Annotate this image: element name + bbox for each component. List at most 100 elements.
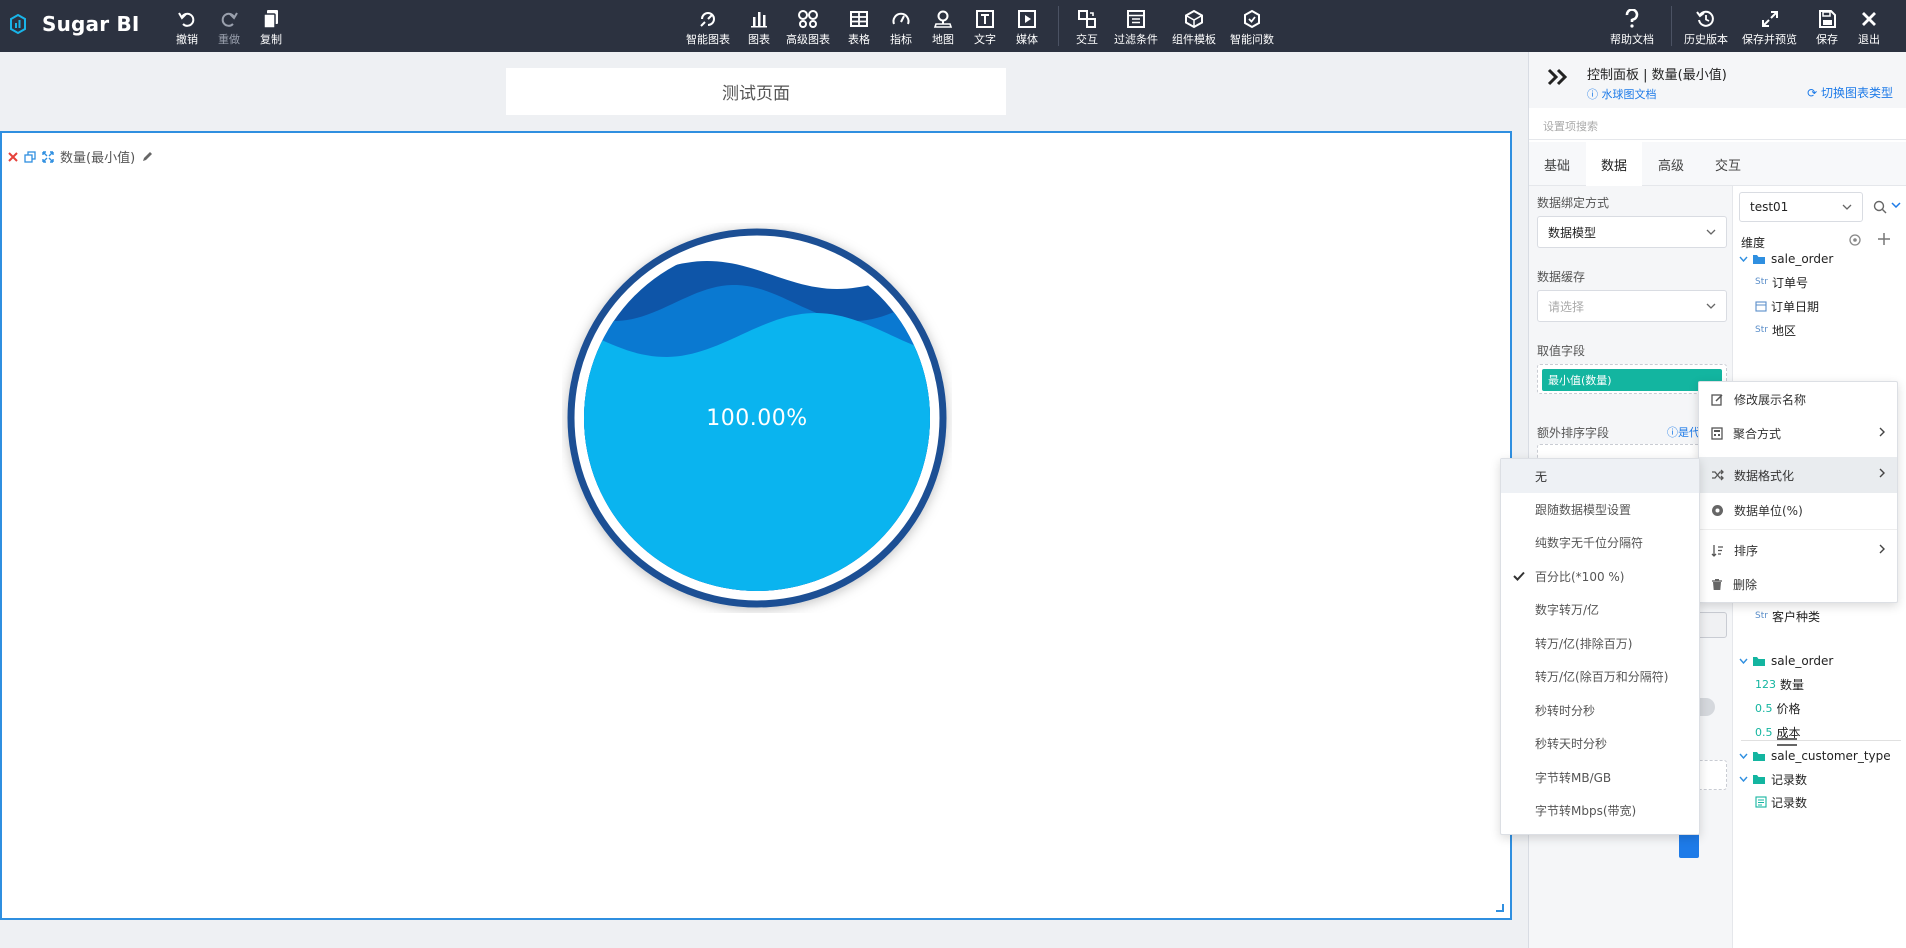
format-option-no-separator[interactable]: 纯数字无千位分隔符 xyxy=(1501,526,1699,559)
binding-mode-value: 数据模型 xyxy=(1548,225,1597,240)
history-button[interactable]: 历史版本 xyxy=(1684,8,1728,47)
filter-button[interactable]: 过滤条件 xyxy=(1114,8,1158,47)
format-option-sec-to-hms[interactable]: 秒转时分秒 xyxy=(1501,694,1699,727)
tree-field[interactable]: Str 订单号 xyxy=(1755,270,1808,294)
fullscreen-chart-button[interactable] xyxy=(42,150,54,163)
format-option-wan-yi[interactable]: 数字转万/亿 xyxy=(1501,593,1699,626)
binding-mode-select[interactable]: 数据模型 xyxy=(1537,216,1727,248)
tab-data[interactable]: 数据 xyxy=(1586,142,1642,186)
chevron-down-icon xyxy=(1739,256,1748,262)
tree-item-label: 客户种类 xyxy=(1771,609,1820,624)
data-format-submenu: 无 跟随数据模型设置 纯数字无千位分隔符 百分比(*100 %) 数字转万/亿 … xyxy=(1500,458,1700,835)
app-name: Sugar BI xyxy=(42,12,140,36)
edit-chart-name-button[interactable] xyxy=(141,150,154,163)
tab-basic[interactable]: 基础 xyxy=(1529,142,1585,186)
menu-item-aggregation[interactable]: 聚合方式 xyxy=(1699,416,1897,450)
help-doc-button[interactable]: 帮助文档 xyxy=(1610,8,1654,47)
format-option-percent-label: 百分比(*100 %) xyxy=(1535,570,1625,584)
field-type-tag: 0.5 xyxy=(1755,725,1773,739)
exit-button[interactable]: 退出 xyxy=(1858,8,1880,47)
indicator-button[interactable]: 指标 xyxy=(890,8,912,47)
tree-field[interactable]: 0.5 价格 xyxy=(1755,696,1801,720)
model-select[interactable]: test01 xyxy=(1739,192,1863,222)
smart-query-button[interactable]: 智能问数 xyxy=(1230,8,1274,47)
menu-item-data-format[interactable]: 数据格式化 xyxy=(1699,457,1897,493)
tree-field[interactable]: Str 地区 xyxy=(1755,318,1796,342)
format-option-follow-model[interactable]: 跟随数据模型设置 xyxy=(1501,493,1699,526)
chevron-right-icon xyxy=(1879,544,1885,554)
search-icon[interactable] xyxy=(1873,200,1887,214)
save-preview-button[interactable]: 保存并预览 xyxy=(1742,8,1797,47)
panel-title: 控制面板 | 数量(最小值) xyxy=(1587,68,1727,83)
advanced-chart-button[interactable]: 高级图表 xyxy=(786,8,830,47)
format-option-bytes-mb-gb[interactable]: 字节转MB/GB xyxy=(1501,761,1699,794)
format-option-wan-yi-no-million[interactable]: 转万/亿(排除百万) xyxy=(1501,627,1699,660)
tree-folder[interactable]: 记录数 xyxy=(1739,767,1807,791)
dimension-settings-icon[interactable] xyxy=(1849,234,1861,246)
tree-field[interactable]: 订单日期 xyxy=(1755,294,1819,318)
settings-search-input[interactable]: 设置项搜索 xyxy=(1529,108,1906,140)
save-button[interactable]: 保存 xyxy=(1816,8,1838,47)
collapse-panel-button[interactable] xyxy=(1547,68,1569,86)
component-template-button[interactable]: 组件模板 xyxy=(1172,8,1216,47)
tree-folder[interactable]: sale_order xyxy=(1739,247,1833,271)
interaction-button[interactable]: 交互 xyxy=(1076,8,1098,47)
redo-button[interactable]: 重做 xyxy=(218,8,240,47)
format-option-wan-yi-no-million-separator[interactable]: 转万/亿(除百万和分隔符) xyxy=(1501,660,1699,693)
page-title[interactable]: 测试页面 xyxy=(506,68,1006,115)
extra-sort-hint[interactable]: ⓘ是代 xyxy=(1667,424,1700,440)
value-field-pill-text: 最小值(数量) xyxy=(1548,374,1612,387)
panel-header: 控制面板 | 数量(最小值) ⓘ 水球图文档 ⟳ 切换图表类型 xyxy=(1529,52,1906,108)
tree-folder[interactable]: sale_customer_type xyxy=(1739,744,1891,768)
map-button[interactable]: 地图 xyxy=(932,8,954,47)
check-icon xyxy=(1513,571,1525,581)
fullscreen-icon xyxy=(42,150,54,163)
value-field-pill[interactable]: 最小值(数量) xyxy=(1542,369,1722,391)
text-button[interactable]: 文字 xyxy=(974,8,996,47)
copy-button[interactable]: 复制 xyxy=(260,8,282,47)
undo-button[interactable]: 撤销 xyxy=(176,8,198,47)
tree-field[interactable]: 123 数量 xyxy=(1755,672,1804,696)
liquid-fill-chart[interactable]: 100.00% xyxy=(562,223,952,613)
menu-item-sort-label: 排序 xyxy=(1734,543,1759,558)
liquid-doc-link[interactable]: ⓘ 水球图文档 xyxy=(1587,86,1657,102)
data-cache-select[interactable]: 请选择 xyxy=(1537,290,1727,322)
format-option-none[interactable]: 无 xyxy=(1501,459,1699,493)
media-button[interactable]: 媒体 xyxy=(1016,8,1038,47)
smart-chart-button[interactable]: 智能图表 xyxy=(686,8,730,47)
tree-item-label: 价格 xyxy=(1776,701,1801,716)
duplicate-chart-button[interactable] xyxy=(24,150,36,163)
tree-field[interactable]: Str 客户种类 xyxy=(1755,604,1820,628)
delete-chart-button[interactable] xyxy=(8,151,18,162)
field-type-tag: 0.5 xyxy=(1755,701,1773,715)
tab-advanced[interactable]: 高级 xyxy=(1643,142,1699,186)
data-cache-label: 数据缓存 xyxy=(1537,270,1586,284)
switch-chart-type-button[interactable]: ⟳ 切换图表类型 xyxy=(1807,84,1893,101)
app-logo[interactable]: Sugar BI xyxy=(8,12,140,36)
toolbar-divider xyxy=(1671,6,1672,46)
tree-folder[interactable]: sale_order xyxy=(1739,649,1833,673)
resize-handle[interactable] xyxy=(1496,904,1504,912)
component-template-label: 组件模板 xyxy=(1172,33,1216,46)
chart-button[interactable]: 图表 xyxy=(748,8,770,47)
value-field-label: 取值字段 xyxy=(1537,344,1586,358)
format-option-percent[interactable]: 百分比(*100 %) xyxy=(1501,560,1699,593)
menu-item-data-unit[interactable]: 数据单位(%) xyxy=(1699,493,1897,527)
format-option-bytes-mbps[interactable]: 字节转Mbps(带宽) xyxy=(1501,794,1699,827)
tree-item-label: sale_order xyxy=(1771,654,1834,668)
menu-item-delete[interactable]: 删除 xyxy=(1699,567,1897,601)
add-dimension-icon[interactable] xyxy=(1877,232,1891,246)
redo-icon xyxy=(221,12,238,27)
tree-field[interactable]: 记录数 xyxy=(1755,790,1807,814)
menu-item-rename[interactable]: 修改展示名称 xyxy=(1699,382,1897,416)
chevron-down-icon[interactable] xyxy=(1891,202,1901,208)
table-button[interactable]: 表格 xyxy=(848,8,870,47)
help-circle-icon: ⓘ xyxy=(1667,426,1678,439)
menu-item-sort[interactable]: 排序 xyxy=(1699,533,1897,567)
format-option-sec-to-dhms[interactable]: 秒转天时分秒 xyxy=(1501,727,1699,760)
double-chevron-right-icon xyxy=(1547,68,1568,86)
tab-interaction[interactable]: 交互 xyxy=(1700,142,1756,186)
smart-query-icon xyxy=(1244,9,1260,29)
filter-icon xyxy=(1127,10,1145,28)
tree-item-label: 订单日期 xyxy=(1771,299,1820,314)
